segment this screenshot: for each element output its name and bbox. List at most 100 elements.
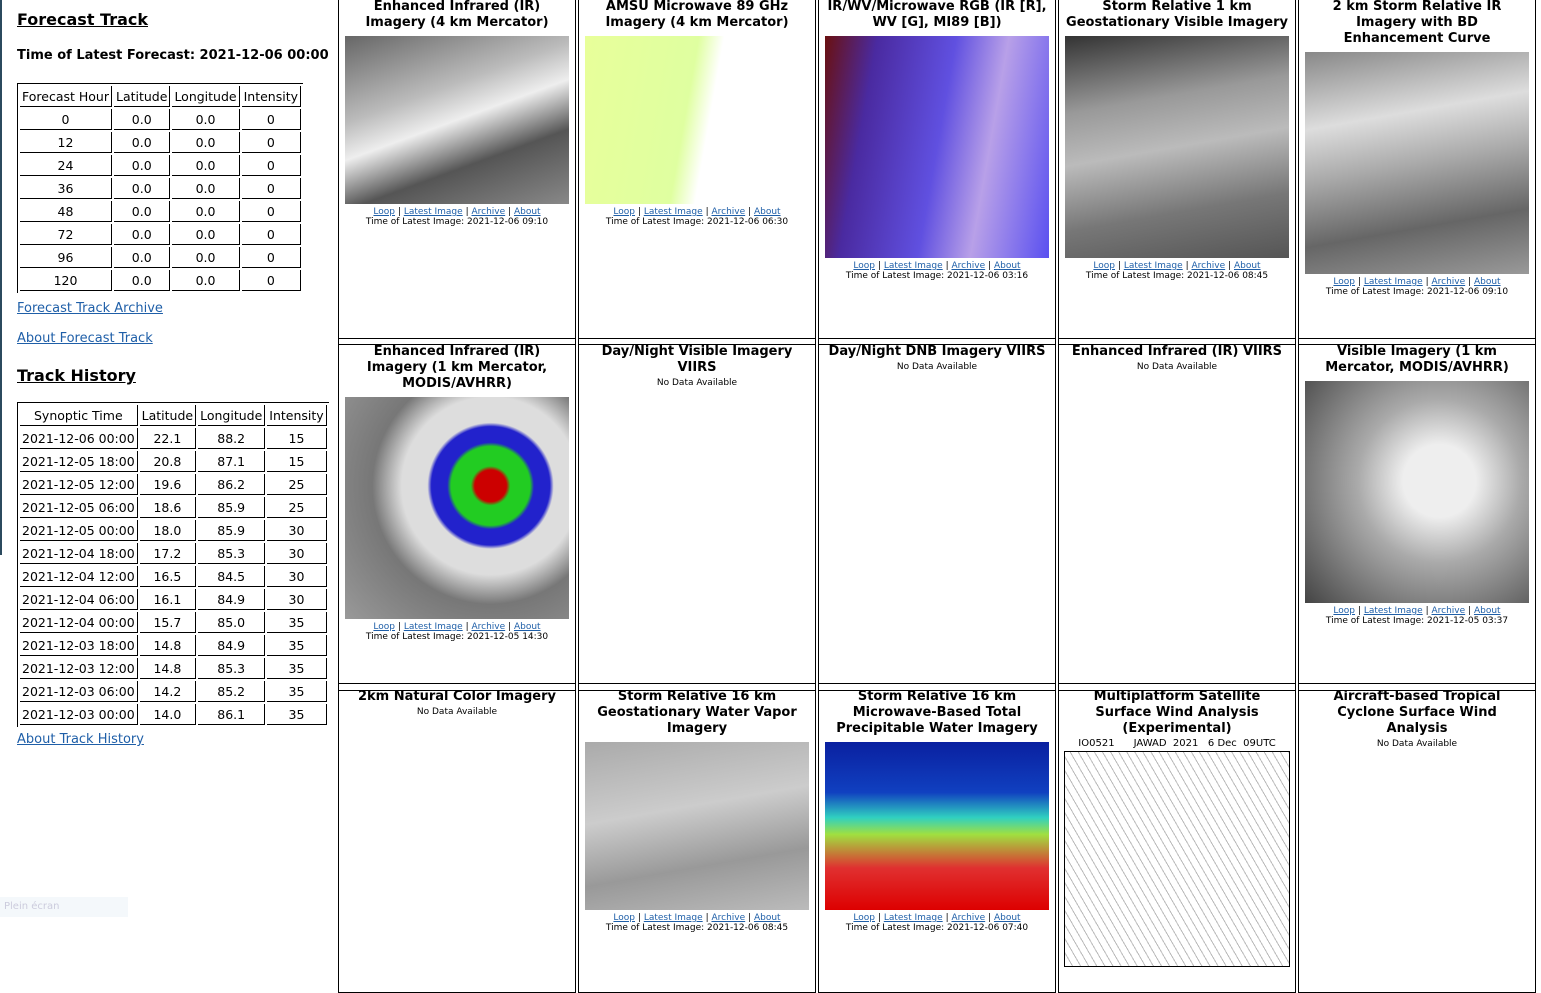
- table-cell: 0.0: [172, 224, 240, 245]
- separator: |: [988, 913, 992, 923]
- forecast-track-table: Forecast Hour Latitude Longitude Intensity 0…: [17, 83, 304, 293]
- forecast-track-heading: Forecast Track: [17, 10, 149, 29]
- latest-image-link[interactable]: Latest Image: [404, 207, 463, 217]
- loop-link[interactable]: Loop: [1093, 261, 1115, 271]
- table-cell: 120: [20, 270, 112, 291]
- no-data-label: No Data Available: [1376, 739, 1458, 749]
- satellite-image[interactable]: [585, 742, 809, 910]
- satellite-image[interactable]: [585, 36, 809, 204]
- latest-image-link[interactable]: Latest Image: [404, 622, 463, 632]
- archive-link[interactable]: Archive: [951, 913, 985, 923]
- table-row: 12 0.0 0.0 0: [20, 132, 302, 153]
- archive-link[interactable]: Archive: [711, 913, 745, 923]
- table-cell: 0: [241, 132, 302, 153]
- table-cell: 17.2: [139, 543, 197, 564]
- satellite-image[interactable]: [1065, 36, 1289, 258]
- loop-link[interactable]: Loop: [853, 261, 875, 271]
- header-row: Synoptic Time Latitude Longitude Intensity: [20, 405, 327, 426]
- separator: |: [1468, 606, 1472, 616]
- archive-link[interactable]: Archive: [1431, 277, 1465, 287]
- fullscreen-button[interactable]: Plein écran: [0, 897, 128, 917]
- about-link[interactable]: About: [1474, 277, 1501, 287]
- loop-link[interactable]: Loop: [373, 207, 395, 217]
- about-forecast-track-link[interactable]: About Forecast Track: [17, 331, 153, 346]
- latest-image-link[interactable]: Latest Image: [644, 913, 703, 923]
- archive-link[interactable]: Archive: [471, 622, 505, 632]
- forecast-track-archive-link[interactable]: Forecast Track Archive: [17, 301, 163, 316]
- table-cell: 2021-12-05 00:00: [20, 520, 138, 541]
- latest-image-link[interactable]: Latest Image: [1124, 261, 1183, 271]
- loop-link[interactable]: Loop: [613, 913, 635, 923]
- archive-link[interactable]: Archive: [471, 207, 505, 217]
- table-cell: 85.3: [198, 543, 266, 564]
- satellite-image[interactable]: [1305, 52, 1529, 274]
- table-cell: 0.0: [113, 109, 171, 130]
- latest-image-time: Time of Latest Image: 2021-12-05 03:37: [1325, 616, 1509, 626]
- table-cell: 25: [267, 497, 327, 518]
- table-row: 2021-12-04 06:00 16.1 84.9 30: [20, 589, 327, 610]
- latest-image-time: Time of Latest Image: 2021-12-06 07:40: [845, 923, 1029, 933]
- table-row: 96 0.0 0.0 0: [20, 247, 302, 268]
- latest-image-link[interactable]: Latest Image: [884, 261, 943, 271]
- loop-link[interactable]: Loop: [373, 622, 395, 632]
- about-link[interactable]: About: [754, 207, 781, 217]
- product-cell: Storm Relative 1 km Geostationary Visibl…: [1058, 0, 1296, 345]
- table-cell: 35: [267, 612, 327, 633]
- satellite-image[interactable]: [1305, 381, 1529, 603]
- table-cell: 16.1: [139, 589, 197, 610]
- table-cell: 2021-12-06 00:00: [20, 428, 138, 449]
- satellite-image[interactable]: [345, 397, 569, 619]
- about-link[interactable]: About: [1234, 261, 1261, 271]
- column-header: Latitude: [139, 405, 197, 426]
- table-cell: 2021-12-03 12:00: [20, 658, 138, 679]
- satellite-image[interactable]: [825, 742, 1049, 910]
- no-data-label: No Data Available: [416, 707, 498, 717]
- separator: |: [945, 913, 949, 923]
- about-link[interactable]: About: [994, 913, 1021, 923]
- satellite-image[interactable]: [825, 36, 1049, 258]
- about-track-history-link[interactable]: About Track History: [17, 732, 144, 747]
- table-cell: 0.0: [172, 201, 240, 222]
- table-cell: 0: [241, 224, 302, 245]
- table-cell: 2021-12-05 06:00: [20, 497, 138, 518]
- table-cell: 0.0: [172, 178, 240, 199]
- latest-image-link[interactable]: Latest Image: [1364, 277, 1423, 287]
- table-cell: 0.0: [172, 155, 240, 176]
- latest-image-link[interactable]: Latest Image: [884, 913, 943, 923]
- product-cell: Day/Night DNB Imagery VIIRS No Data Avail…: [818, 338, 1056, 691]
- about-link[interactable]: About: [514, 622, 541, 632]
- satellite-image[interactable]: [1064, 751, 1290, 967]
- about-link[interactable]: About: [994, 261, 1021, 271]
- loop-link[interactable]: Loop: [1333, 277, 1355, 287]
- image-links: Loop | Latest Image | Archive | About: [1299, 277, 1535, 287]
- table-row: 2021-12-06 00:00 22.1 88.2 15: [20, 428, 327, 449]
- loop-link[interactable]: Loop: [613, 207, 635, 217]
- separator: |: [1357, 277, 1361, 287]
- separator: |: [988, 261, 992, 271]
- table-cell: 35: [267, 658, 327, 679]
- about-link[interactable]: About: [514, 207, 541, 217]
- archive-link[interactable]: Archive: [1431, 606, 1465, 616]
- satellite-image[interactable]: [345, 36, 569, 204]
- table-cell: 88.2: [198, 428, 266, 449]
- image-links: Loop | Latest Image | Archive | About: [819, 913, 1055, 923]
- table-cell: 2021-12-03 00:00: [20, 704, 138, 725]
- latest-image-time: Time of Latest Image: 2021-12-06 09:10: [365, 217, 549, 227]
- about-link[interactable]: About: [1474, 606, 1501, 616]
- latest-image-link[interactable]: Latest Image: [1364, 606, 1423, 616]
- product-cell: Storm Relative 16 km Microwave-Based Tot…: [818, 683, 1056, 993]
- about-link[interactable]: About: [754, 913, 781, 923]
- archive-link[interactable]: Archive: [951, 261, 985, 271]
- table-row: 120 0.0 0.0 0: [20, 270, 302, 291]
- table-row: 2021-12-05 12:00 19.6 86.2 25: [20, 474, 327, 495]
- column-header: Longitude: [172, 86, 240, 107]
- table-row: 0 0.0 0.0 0: [20, 109, 302, 130]
- latest-image-link[interactable]: Latest Image: [644, 207, 703, 217]
- loop-link[interactable]: Loop: [853, 913, 875, 923]
- column-header: Forecast Hour: [20, 86, 112, 107]
- archive-link[interactable]: Archive: [1191, 261, 1225, 271]
- separator: |: [1117, 261, 1121, 271]
- loop-link[interactable]: Loop: [1333, 606, 1355, 616]
- archive-link[interactable]: Archive: [711, 207, 745, 217]
- table-cell: 84.9: [198, 635, 266, 656]
